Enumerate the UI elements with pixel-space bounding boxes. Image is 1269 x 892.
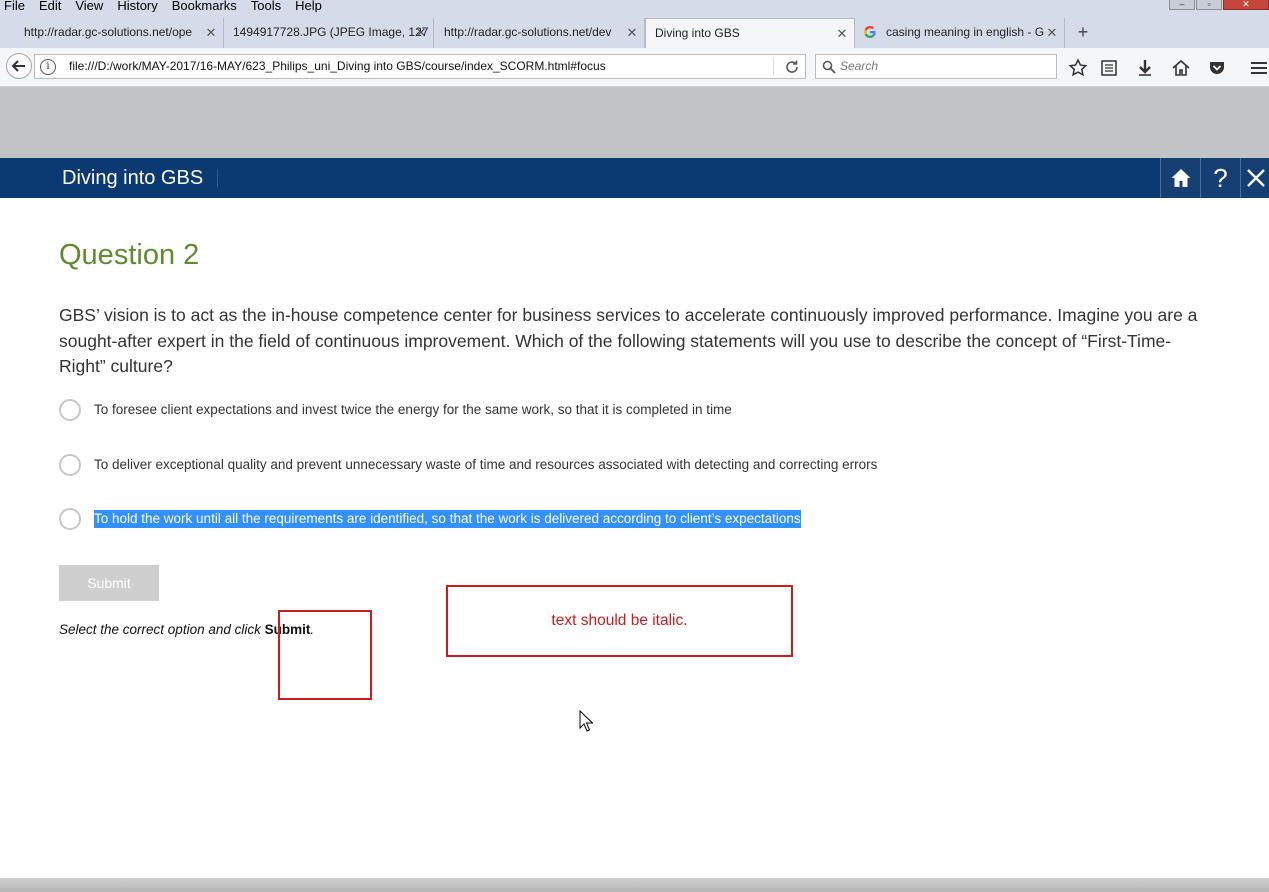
question-title: Question 2	[59, 239, 200, 271]
tab-title: http://radar.gc-solutions.net/ope	[24, 25, 193, 39]
home-button[interactable]	[1160, 158, 1200, 198]
tab-close-icon[interactable]: ✕	[834, 19, 850, 48]
menu-bar: File Edit View History Bookmarks Tools H…	[0, 0, 330, 12]
menu-help[interactable]: Help	[289, 0, 330, 12]
url-text[interactable]: file:///D:/work/MAY-2017/16-MAY/623_Phil…	[69, 55, 606, 78]
menu-history[interactable]: History	[111, 0, 165, 12]
tab-radar-dev[interactable]: http://radar.gc-solutions.net/dev ✕	[434, 18, 645, 48]
title-bar: File Edit View History Bookmarks Tools H…	[0, 0, 1269, 18]
menu-tools[interactable]: Tools	[245, 0, 289, 12]
annotation-comment-text: text should be italic.	[551, 612, 688, 629]
back-arrow-icon	[11, 60, 25, 72]
course-header: Diving into GBS ?	[0, 158, 1269, 198]
minimize-button[interactable]: –	[1169, 0, 1195, 10]
tab-close-icon[interactable]: ✕	[624, 18, 640, 47]
instruction-prefix: Select the correct option and click	[59, 622, 265, 637]
menu-view[interactable]: View	[69, 0, 111, 12]
hamburger-menu-icon[interactable]	[1249, 58, 1269, 78]
bookmark-star-icon[interactable]	[1068, 58, 1088, 78]
instruction-text: Select the correct option and click Subm…	[59, 621, 314, 639]
tab-radar-ope[interactable]: http://radar.gc-solutions.net/ope ✕	[0, 18, 224, 48]
tab-google-search[interactable]: casing meaning in english - G ✕	[855, 18, 1065, 48]
tab-close-icon[interactable]: ✕	[1044, 18, 1060, 47]
reload-icon[interactable]	[783, 58, 801, 76]
search-placeholder: Search	[840, 59, 879, 73]
window-controls: – ▫ ✕	[1168, 0, 1269, 10]
new-tab-button[interactable]: +	[1072, 18, 1094, 48]
option-label[interactable]: To foresee client expectations and inves…	[94, 401, 732, 419]
home-icon	[1171, 169, 1190, 187]
info-icon[interactable]: i	[40, 59, 56, 75]
tab-close-icon[interactable]: ✕	[413, 18, 429, 47]
page-top-strip	[0, 87, 1269, 158]
search-icon	[822, 60, 836, 74]
download-icon[interactable]	[1135, 58, 1155, 78]
url-bar[interactable]: i file:///D:/work/MAY-2017/16-MAY/623_Ph…	[34, 54, 806, 79]
tab-title: Diving into GBS	[655, 26, 740, 40]
mouse-cursor-icon	[579, 710, 593, 732]
tab-title: 1494917728.JPG (JPEG Image, 127	[233, 25, 429, 39]
help-icon: ?	[1213, 163, 1228, 193]
pocket-icon[interactable]	[1207, 58, 1227, 78]
radio-button[interactable]	[59, 508, 81, 530]
tab-close-icon[interactable]: ✕	[203, 18, 219, 47]
tab-diving-into-gbs[interactable]: Diving into GBS ✕	[645, 18, 855, 48]
header-divider	[217, 169, 218, 187]
annotation-highlight-box	[278, 610, 372, 700]
bottom-bar	[0, 878, 1269, 892]
reading-list-icon[interactable]	[1099, 58, 1119, 78]
maximize-button[interactable]: ▫	[1196, 0, 1222, 10]
course-title: Diving into GBS	[62, 167, 204, 189]
tab-title: casing meaning in english - G	[886, 25, 1045, 39]
help-button[interactable]: ?	[1200, 158, 1240, 198]
menu-file[interactable]: File	[0, 0, 33, 12]
tab-title: http://radar.gc-solutions.net/dev	[444, 25, 612, 39]
home-icon[interactable]	[1171, 58, 1191, 78]
close-course-button[interactable]	[1240, 158, 1269, 198]
submit-button[interactable]: Submit	[59, 565, 159, 601]
search-bar[interactable]: Search	[815, 54, 1057, 79]
navigation-bar: i file:///D:/work/MAY-2017/16-MAY/623_Ph…	[0, 48, 1269, 87]
menu-edit[interactable]: Edit	[33, 0, 69, 12]
option-label-highlighted[interactable]: To hold the work until all the requireme…	[94, 510, 801, 528]
google-icon	[864, 26, 876, 38]
window-close-button[interactable]: ✕	[1223, 0, 1269, 10]
back-button[interactable]	[6, 53, 32, 79]
menu-bookmarks[interactable]: Bookmarks	[166, 0, 245, 12]
close-icon	[1246, 169, 1265, 187]
option-label[interactable]: To deliver exceptional quality and preve…	[94, 456, 877, 474]
question-text: GBS’ vision is to act as the in-house co…	[59, 305, 1198, 376]
radio-button[interactable]	[59, 454, 81, 476]
radio-button[interactable]	[59, 399, 81, 421]
tab-jpeg-image[interactable]: 1494917728.JPG (JPEG Image, 127 ✕	[224, 18, 434, 48]
url-separator	[773, 58, 774, 75]
